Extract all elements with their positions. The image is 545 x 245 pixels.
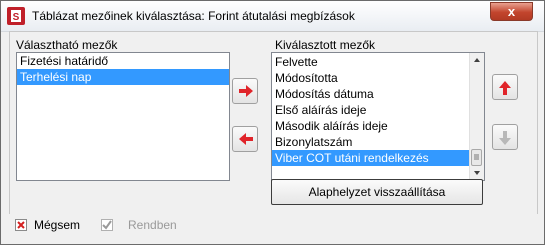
- arrow-up-icon: [499, 81, 511, 95]
- chosen-field-item[interactable]: Módosította: [272, 70, 469, 86]
- arrow-left-icon: [239, 133, 253, 145]
- bottom-bar: Mégsem Rendben: [1, 214, 544, 244]
- chosen-field-item[interactable]: Felvette: [272, 54, 469, 70]
- available-fields-label: Választható mezők: [16, 38, 118, 52]
- move-down-button[interactable]: [492, 124, 518, 150]
- arrow-down-icon: [499, 131, 511, 145]
- ok-label: Rendben: [128, 218, 177, 232]
- available-fields-list[interactable]: Fizetési határidő Terhelési nap: [16, 52, 230, 181]
- add-field-button[interactable]: [232, 78, 258, 104]
- chosen-fields-list[interactable]: Felvette Módosította Módosítás dátuma Első …: [271, 52, 485, 181]
- cancel-button[interactable]: Mégsem: [13, 214, 103, 236]
- chosen-field-item[interactable]: Módosítás dátuma: [272, 86, 469, 102]
- reset-defaults-button[interactable]: Alaphelyzet visszaállítása: [271, 179, 483, 205]
- chosen-fields-label: Kiválasztott mezők: [275, 38, 376, 52]
- cancel-icon: [15, 219, 27, 231]
- chosen-list-scrollbar[interactable]: [469, 53, 484, 180]
- arrow-right-icon: [239, 85, 253, 97]
- window-title: Táblázat mezőinek kiválasztása: Forint á…: [32, 9, 355, 23]
- app-icon: S: [7, 7, 25, 25]
- scroll-down-arrow-icon[interactable]: [470, 166, 484, 180]
- available-field-item[interactable]: Terhelési nap: [17, 69, 229, 85]
- move-up-button[interactable]: [492, 74, 518, 100]
- chosen-field-item[interactable]: Viber COT utáni rendelkezés: [272, 150, 469, 166]
- checkmark-icon: [101, 219, 113, 231]
- close-button[interactable]: x: [490, 2, 533, 21]
- chosen-field-item[interactable]: Első aláírás ideje: [272, 102, 469, 118]
- remove-field-button[interactable]: [232, 126, 258, 152]
- chosen-field-item[interactable]: Második aláírás ideje: [272, 118, 469, 134]
- scroll-up-arrow-icon[interactable]: [470, 53, 484, 67]
- dialog-window: S Táblázat mezőinek kiválasztása: Forint…: [0, 0, 545, 245]
- close-icon: x: [507, 4, 516, 19]
- svg-text:S: S: [13, 12, 20, 23]
- field-selection-panel: Választható mezők Fizetési határidő Terhe…: [9, 31, 538, 215]
- title-bar: S Táblázat mezőinek kiválasztása: Forint…: [1, 1, 544, 32]
- available-field-item[interactable]: Fizetési határidő: [17, 53, 229, 69]
- ok-button[interactable]: Rendben: [99, 214, 189, 236]
- chosen-field-item[interactable]: Bizonylatszám: [272, 134, 469, 150]
- scrollbar-thumb[interactable]: [471, 149, 482, 166]
- cancel-label: Mégsem: [34, 218, 81, 232]
